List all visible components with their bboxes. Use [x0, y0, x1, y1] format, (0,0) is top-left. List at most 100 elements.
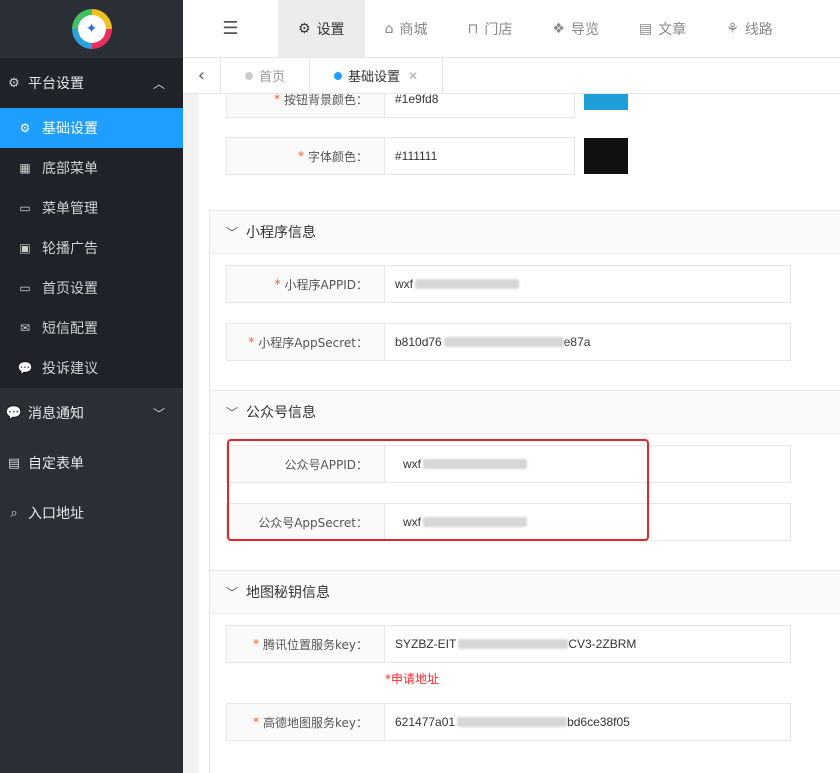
- form-row-mini-secret: * 小程序AppSecret： b810d76 e87a: [226, 323, 791, 361]
- sidebar-item-label: 首页设置: [42, 281, 98, 297]
- sidebar-item-sms-config[interactable]: ✉ 短信配置: [0, 308, 183, 348]
- page-tab-label: 基础设置: [348, 70, 401, 85]
- page-tabs-bar: ‹ 首页 基础设置 ✕: [183, 58, 840, 94]
- tab-label: 文章: [658, 21, 687, 38]
- button-color-swatch[interactable]: [584, 94, 628, 110]
- button-color-input[interactable]: #1e9fd8: [385, 94, 575, 118]
- sidebar-group-custom-form[interactable]: ▤ 自定表单: [0, 438, 183, 488]
- highlight-box: [227, 439, 649, 541]
- amap-key-input[interactable]: 621477a01 bd6ce38f05: [385, 703, 791, 741]
- chevron-down-icon: ﹀: [226, 405, 239, 420]
- logo-mark-icon: ✦: [77, 15, 106, 43]
- chevron-up-icon: ︿: [152, 77, 165, 91]
- form-row-button-color: * 按钮背景颜色： #1e9fd8: [226, 94, 575, 118]
- gear-icon: ⚙: [19, 121, 31, 135]
- blur-mask: [443, 337, 564, 347]
- form-row-mini-appid: * 小程序APPID： wxf: [226, 265, 791, 303]
- chat-icon: 💬: [17, 361, 33, 375]
- tab-shop[interactable]: ⌂ 商城: [365, 0, 448, 57]
- required-mark: *: [274, 277, 281, 291]
- field-label: * 字体颜色：: [226, 137, 385, 175]
- gears-icon: ⚙: [298, 20, 311, 37]
- cubes-icon: ❖: [552, 20, 565, 37]
- panel-title: 公众号信息: [246, 405, 317, 421]
- sidebar-group-label: 自定表单: [28, 456, 84, 472]
- apply-address-link[interactable]: *申请地址: [385, 670, 439, 687]
- field-label: * 小程序AppSecret：: [226, 323, 385, 361]
- sidebar-item-basic-settings[interactable]: ⚙ 基础设置: [0, 108, 183, 148]
- tab-dot: [245, 71, 253, 80]
- sidebar-group-entry-address[interactable]: ⌕ 入口地址: [0, 488, 183, 538]
- tab-guide[interactable]: ❖ 导览: [532, 0, 619, 57]
- tencent-key-input[interactable]: SYZBZ-EIT CV3-2ZBRM: [385, 625, 791, 663]
- sidebar-submenu: ⚙ 基础设置 ▦ 底部菜单 ▭ 菜单管理 ▣ 轮播广告 ▭ 首页设置 ✉ 短信配…: [0, 108, 183, 388]
- bank-icon: ⊓: [467, 20, 479, 37]
- app-logo[interactable]: ✦: [71, 9, 112, 49]
- field-label: * 腾讯位置服务key：: [226, 625, 385, 663]
- sidebar: ✦ ⚙ 平台设置 ︿ ⚙ 基础设置 ▦ 底部菜单 ▭ 菜单管理 ▣ 轮播广告 ▭…: [0, 0, 183, 773]
- field-label: * 按钮背景颜色：: [226, 94, 385, 118]
- tab-label: 门店: [484, 21, 513, 38]
- collapse-menu-icon[interactable]: ☰: [183, 0, 278, 57]
- sidebar-item-label: 轮播广告: [42, 241, 98, 257]
- tab-settings[interactable]: ⚙ 设置: [278, 0, 365, 57]
- mini-appid-input[interactable]: wxf: [385, 265, 791, 303]
- required-mark: *: [273, 94, 280, 106]
- blur-mask: [458, 639, 569, 649]
- sidebar-item-carousel-ads[interactable]: ▣ 轮播广告: [0, 228, 183, 268]
- tab-label: 设置: [316, 21, 345, 38]
- sidebar-group-label: 平台设置: [28, 76, 84, 92]
- chevron-down-icon: ﹀: [226, 225, 239, 240]
- sidebar-group-platform-settings[interactable]: ⚙ 平台设置 ︿: [0, 58, 183, 108]
- panel-header[interactable]: ﹀ 地图秘钥信息: [210, 570, 840, 614]
- form-row-tencent-key: * 腾讯位置服务key： SYZBZ-EIT CV3-2ZBRM: [226, 625, 791, 663]
- tab-label: 商城: [399, 21, 428, 38]
- image-icon: ▣: [19, 241, 31, 255]
- tab-label: 导览: [570, 21, 599, 38]
- font-color-input[interactable]: #111111: [385, 137, 575, 175]
- form-icon: ▤: [7, 455, 21, 471]
- font-color-swatch[interactable]: [584, 138, 628, 174]
- route-icon: ⚘: [726, 20, 739, 37]
- sidebar-group-notifications[interactable]: 💬 消息通知 ﹀: [0, 388, 183, 438]
- blur-mask: [457, 717, 568, 727]
- shop-icon: ⌂: [384, 20, 394, 37]
- sidebar-item-home-settings[interactable]: ▭ 首页设置: [0, 268, 183, 308]
- panel-title: 地图秘钥信息: [246, 585, 331, 601]
- blur-mask: [415, 279, 519, 289]
- form-row-font-color: * 字体颜色： #111111: [226, 137, 575, 175]
- sidebar-item-menu-manage[interactable]: ▭ 菜单管理: [0, 188, 183, 228]
- page-tab-home[interactable]: 首页: [221, 58, 311, 93]
- sidebar-item-label: 投诉建议: [42, 361, 98, 377]
- mail-icon: ✉: [19, 321, 31, 335]
- field-label: * 高德地图服务key：: [226, 703, 385, 741]
- form-row-amap-key: * 高德地图服务key： 621477a01 bd6ce38f05: [226, 703, 791, 741]
- panel-header[interactable]: ﹀ 小程序信息: [210, 210, 840, 254]
- monitor-icon: ▭: [19, 281, 31, 295]
- logo-area: ✦: [0, 0, 183, 58]
- sidebar-group-label: 消息通知: [28, 406, 84, 422]
- required-mark: *: [248, 335, 255, 349]
- tab-label: 线路: [744, 21, 773, 38]
- sidebar-item-label: 底部菜单: [42, 161, 98, 177]
- required-mark: *: [252, 637, 259, 651]
- tab-store[interactable]: ⊓ 门店: [447, 0, 532, 57]
- page-tab-basic-settings[interactable]: 基础设置 ✕: [310, 58, 444, 93]
- tab-dot: [334, 71, 343, 80]
- required-mark: *: [252, 715, 259, 729]
- sidebar-item-bottom-menu[interactable]: ▦ 底部菜单: [0, 148, 183, 188]
- chevron-down-icon: ﹀: [152, 407, 165, 421]
- mini-secret-input[interactable]: b810d76 e87a: [385, 323, 791, 361]
- sidebar-item-label: 短信配置: [42, 321, 98, 337]
- sidebar-group-label: 入口地址: [28, 506, 84, 522]
- tab-routes[interactable]: ⚘ 线路: [706, 0, 793, 57]
- tab-articles[interactable]: ▤ 文章: [619, 0, 706, 57]
- gear-icon: ⚙: [8, 75, 20, 91]
- chevron-left-icon[interactable]: ‹: [183, 58, 221, 93]
- panel-map-keys: ﹀ 地图秘钥信息: [209, 570, 840, 773]
- panel-header[interactable]: ﹀ 公众号信息: [210, 390, 840, 434]
- close-icon[interactable]: ✕: [408, 69, 418, 83]
- search-icon: ⌕: [10, 505, 18, 521]
- sidebar-item-complaints[interactable]: 💬 投诉建议: [0, 348, 183, 388]
- panel-title: 小程序信息: [246, 225, 317, 241]
